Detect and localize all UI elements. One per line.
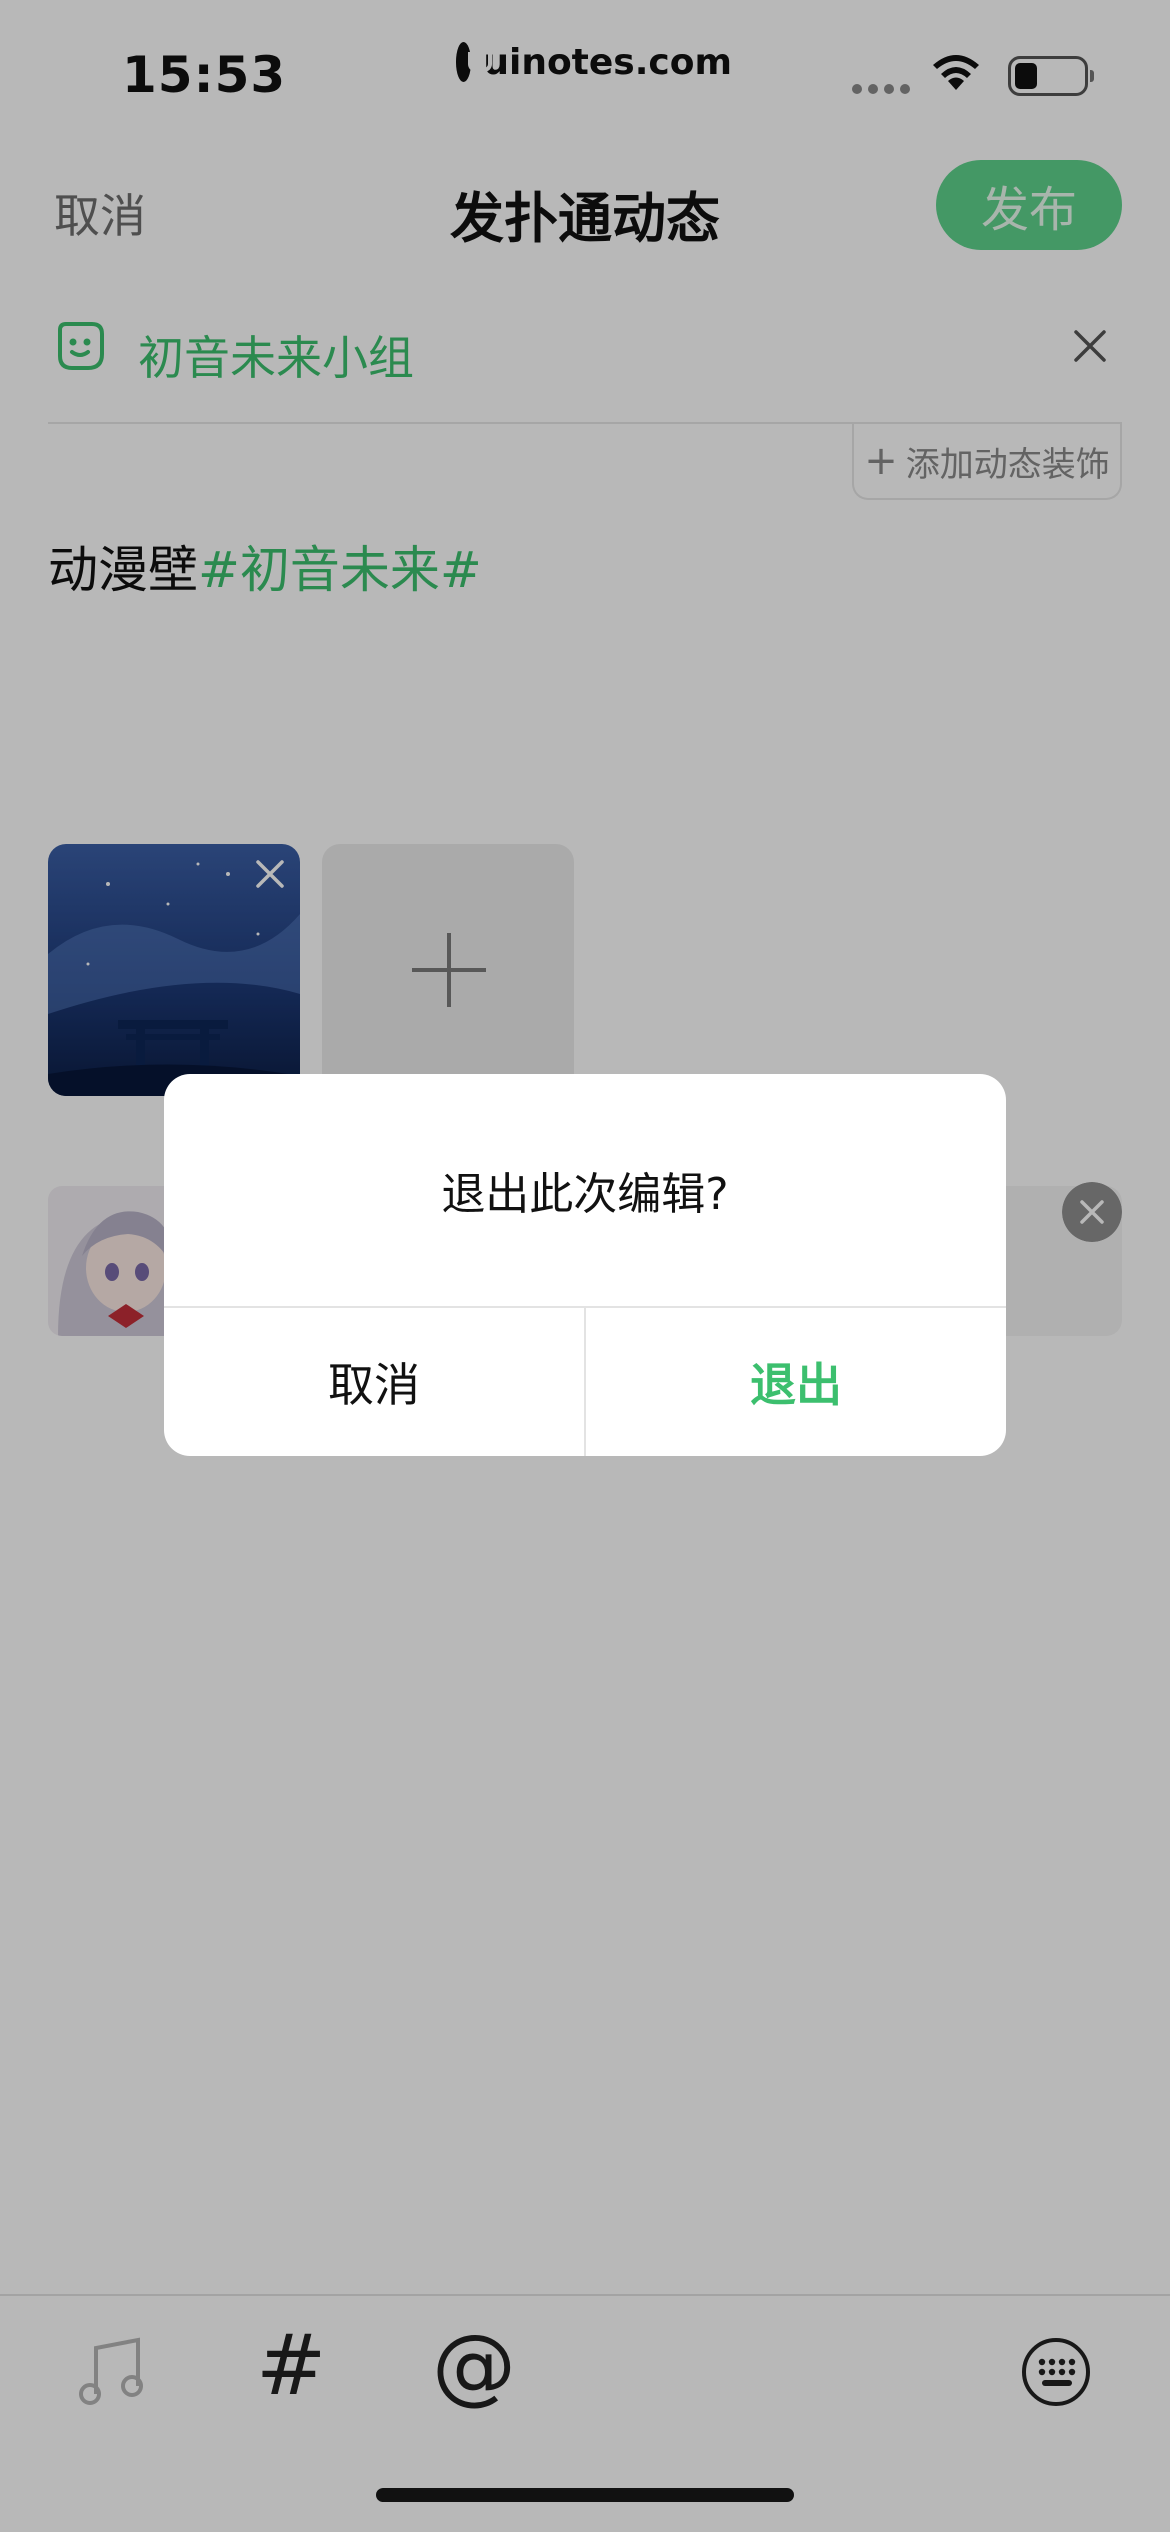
dialog-message: 退出此次编辑? xyxy=(441,1169,729,1220)
exit-confirm-dialog: 退出此次编辑? 取消 退出 xyxy=(164,1074,1006,1456)
home-indicator xyxy=(376,2488,794,2502)
dialog-exit-button[interactable]: 退出 xyxy=(586,1308,1006,1456)
dialog-cancel-button[interactable]: 取消 xyxy=(164,1308,584,1456)
